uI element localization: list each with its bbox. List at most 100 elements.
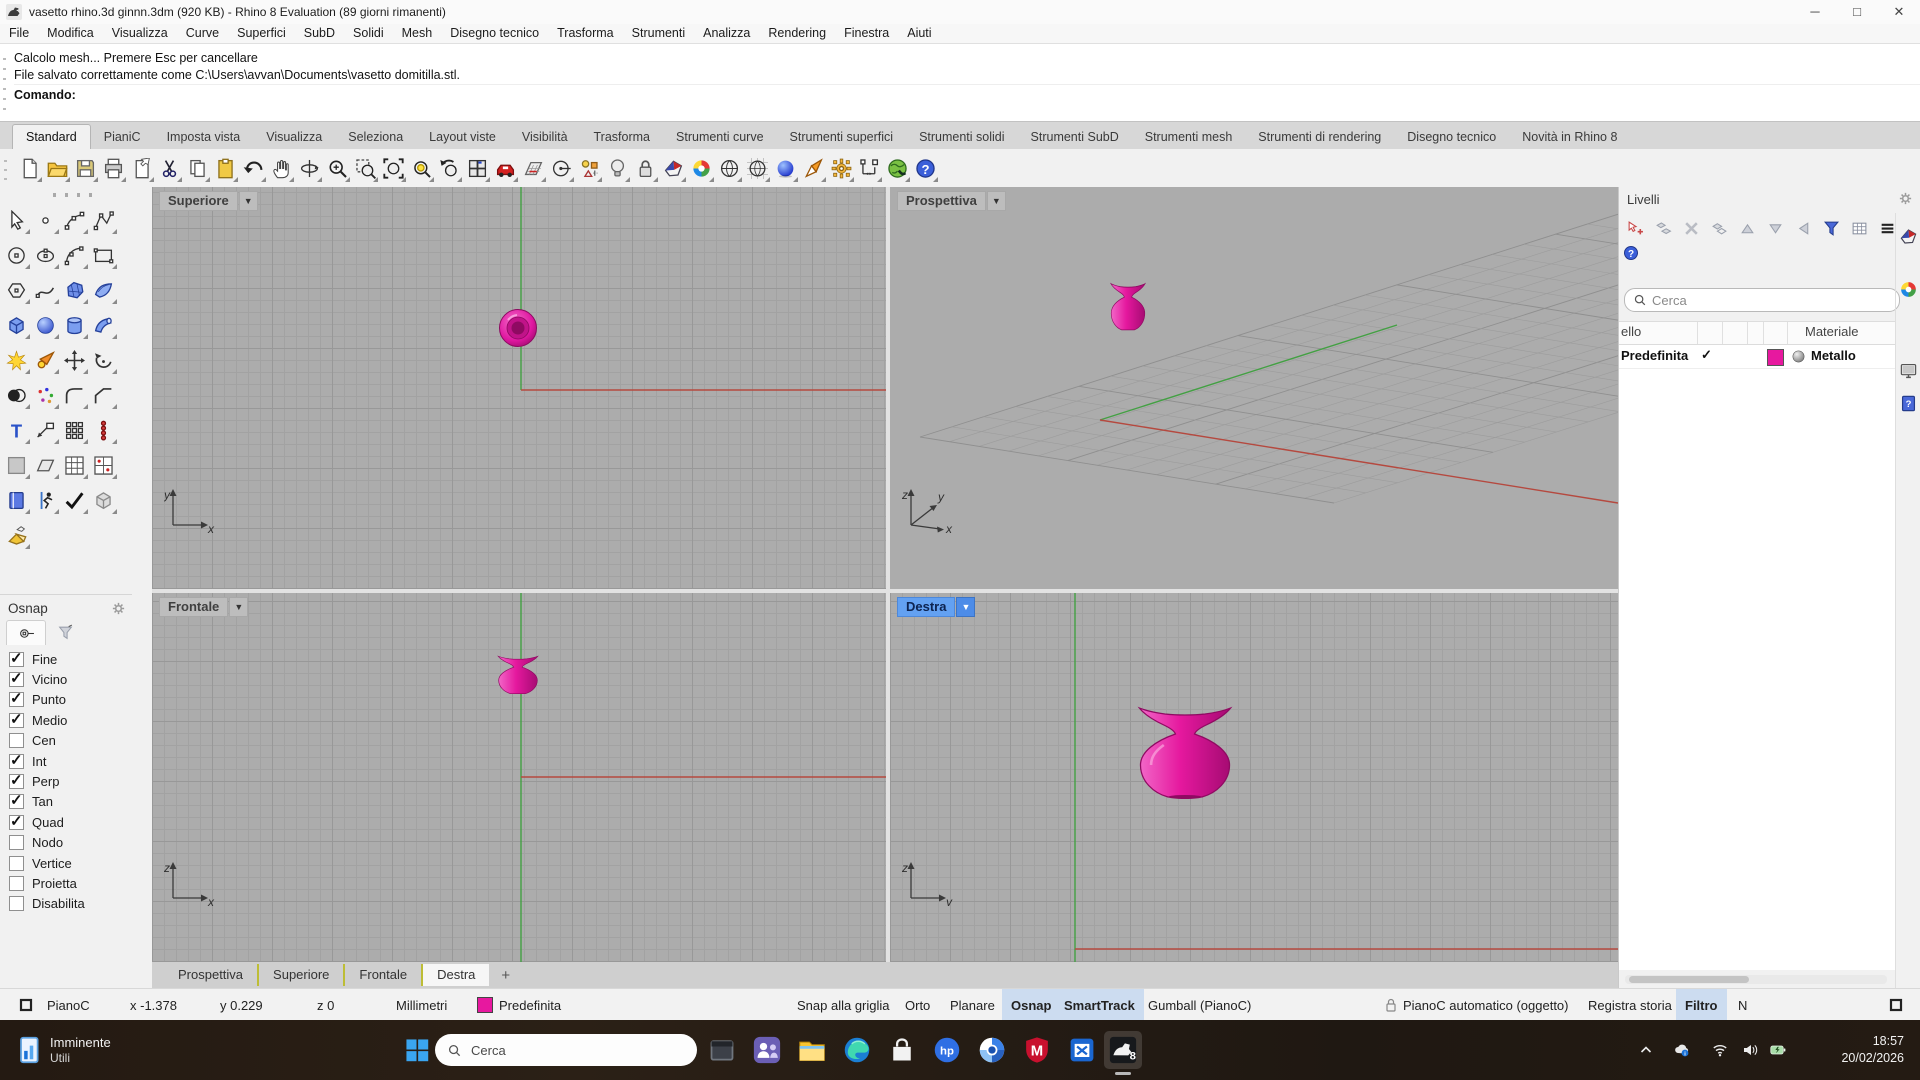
gear-icon[interactable] xyxy=(111,601,126,616)
toolbar-tab-seleziona[interactable]: Seleziona xyxy=(335,125,416,150)
toolbar-button-print[interactable] xyxy=(99,153,127,183)
tool-text[interactable]: T xyxy=(3,417,30,444)
layers-tool-filter-funnel[interactable] xyxy=(1819,216,1844,240)
menu-disegno-tecnico[interactable]: Disegno tecnico xyxy=(441,24,548,43)
statusbar-n[interactable]: N xyxy=(1738,989,1747,1021)
osnap-option-disabilita[interactable]: Disabilita xyxy=(0,894,132,914)
taskbar-app-file-explorer[interactable] xyxy=(793,1031,831,1069)
taskbar-search-input[interactable]: Cerca xyxy=(435,1034,697,1066)
viewport-frontale[interactable]: Frontale ▼ z x xyxy=(152,593,886,962)
toolbar-tab-disegno-tecnico[interactable]: Disegno tecnico xyxy=(1394,125,1509,150)
tool-check[interactable] xyxy=(61,487,88,514)
toolbar-button-color-wheel[interactable] xyxy=(687,153,715,183)
viewport-tab-prospettiva[interactable]: Prospettiva xyxy=(164,964,257,986)
toolbar-button-lock[interactable] xyxy=(631,153,659,183)
toolbar-tab-strumenti-mesh[interactable]: Strumenti mesh xyxy=(1132,125,1246,150)
viewport-superiore[interactable]: Superiore ▼ y x xyxy=(152,187,886,589)
osnap-tab-funnel-gray[interactable] xyxy=(46,620,84,644)
toolbar-button-paste[interactable] xyxy=(211,153,239,183)
menu-analizza[interactable]: Analizza xyxy=(694,24,759,43)
menu-mesh[interactable]: Mesh xyxy=(393,24,442,43)
toolbar-button-new-file[interactable] xyxy=(15,153,43,183)
statusbar-filtro[interactable]: Filtro xyxy=(1676,989,1727,1021)
tool-solid-box[interactable] xyxy=(3,452,30,479)
tray-wifi[interactable] xyxy=(1712,1042,1728,1058)
tool-control-point-curve[interactable] xyxy=(61,207,88,234)
toolbar-button-pointer-cone[interactable] xyxy=(799,153,827,183)
toolbar-button-pan[interactable] xyxy=(267,153,295,183)
statusbar-y-0-229[interactable]: y 0.229 xyxy=(220,989,263,1021)
tool-hand-pyramid[interactable] xyxy=(3,522,30,549)
viewport-tab-superiore[interactable]: Superiore xyxy=(257,964,343,986)
viewport-label-destra[interactable]: Destra xyxy=(897,597,955,617)
tool-rectangle[interactable] xyxy=(90,242,117,269)
menu-solidi[interactable]: Solidi xyxy=(344,24,393,43)
taskbar-widgets[interactable]: ImminenteUtili xyxy=(14,1020,111,1080)
tool-freeform-curve[interactable] xyxy=(32,277,59,304)
tray-volume[interactable] xyxy=(1742,1042,1758,1058)
command-area[interactable]: Calcolo mesh... Premere Esc per cancella… xyxy=(0,43,1920,123)
checkbox-vertice[interactable] xyxy=(9,856,24,871)
layer-row-predefinita[interactable]: Predefinita ✓ Metallo xyxy=(1619,345,1896,369)
toolbar-button-copy[interactable] xyxy=(183,153,211,183)
menu-finestra[interactable]: Finestra xyxy=(835,24,898,43)
menu-aiuti[interactable]: Aiuti xyxy=(898,24,940,43)
statusbar-panel-square[interactable] xyxy=(18,989,34,1021)
viewport-tab-destra[interactable]: Destra xyxy=(421,964,489,986)
taskbar-app-store[interactable] xyxy=(883,1031,921,1069)
tool-boolean[interactable] xyxy=(3,382,30,409)
taskbar-app-browser-orb[interactable] xyxy=(973,1031,1011,1069)
maximize-button[interactable]: □ xyxy=(1836,0,1878,24)
checkbox-proietta[interactable] xyxy=(9,876,24,891)
menu-modifica[interactable]: Modifica xyxy=(38,24,103,43)
tool-arc[interactable] xyxy=(61,242,88,269)
toolbar-button-rotate-view[interactable] xyxy=(295,153,323,183)
toolbar-tab-visualizza[interactable]: Visualizza xyxy=(253,125,335,150)
tool-polyline[interactable] xyxy=(90,207,117,234)
tool-ghost-box[interactable] xyxy=(90,487,117,514)
viewport-label-superiore[interactable]: Superiore xyxy=(159,191,238,211)
tool-plane[interactable] xyxy=(32,452,59,479)
toolbar-button-circle-center[interactable] xyxy=(547,153,575,183)
osnap-option-int[interactable]: Int xyxy=(0,751,132,771)
toolbar-button-object-shapes[interactable] xyxy=(575,153,603,183)
taskbar-app-calendar-app[interactable] xyxy=(1063,1031,1101,1069)
osnap-option-vicino[interactable]: Vicino xyxy=(0,669,132,689)
tool-person[interactable] xyxy=(32,487,59,514)
toolbar-button-lightbulb[interactable] xyxy=(603,153,631,183)
checkbox-punto[interactable] xyxy=(9,692,24,707)
menu-superfici[interactable]: Superfici xyxy=(228,24,295,43)
statusbar-x-1-378[interactable]: x -1.378 xyxy=(130,989,177,1021)
panel-tab-monitor[interactable] xyxy=(1899,361,1918,380)
checkbox-quad[interactable] xyxy=(9,815,24,830)
menu-trasforma[interactable]: Trasforma xyxy=(548,24,623,43)
taskbar-app-dark-window-app[interactable] xyxy=(703,1031,741,1069)
toolbar-button-options-gears[interactable] xyxy=(827,153,855,183)
toolbar-button-cplane-grid[interactable] xyxy=(519,153,547,183)
toolbar-button-shaded-display[interactable] xyxy=(659,153,687,183)
toolbar-tab-standard[interactable]: Standard xyxy=(12,124,91,150)
tool-leader[interactable] xyxy=(32,417,59,444)
layers-tool-triangle-left[interactable] xyxy=(1791,216,1816,240)
statusbar-pianoc-automatico-oggetto-[interactable]: PianoC automatico (oggetto) xyxy=(1383,989,1568,1021)
osnap-option-cen[interactable]: Cen xyxy=(0,731,132,751)
viewport-menu-arrow[interactable]: ▼ xyxy=(987,191,1006,211)
viewport-tab-frontale[interactable]: Frontale xyxy=(343,964,421,986)
osnap-option-medio[interactable]: Medio xyxy=(0,710,132,730)
toolbar-tab-layout-viste[interactable]: Layout viste xyxy=(416,125,509,150)
layers-tool-layer-copy[interactable] xyxy=(1707,216,1732,240)
menu-visualizza[interactable]: Visualizza xyxy=(103,24,177,43)
tool-comet[interactable] xyxy=(32,347,59,374)
tool-circle[interactable] xyxy=(3,242,30,269)
toolbar-tab-trasforma[interactable]: Trasforma xyxy=(581,125,664,150)
toolbar-button-help[interactable]: ? xyxy=(911,153,939,183)
tool-select[interactable] xyxy=(3,207,30,234)
toolbar-button-undo-view[interactable] xyxy=(435,153,463,183)
viewport-label-prospettiva[interactable]: Prospettiva xyxy=(897,191,986,211)
layer-material[interactable]: Metallo xyxy=(1811,348,1856,363)
viewport-label-frontale[interactable]: Frontale xyxy=(159,597,228,617)
toolbar-button-zoom-selected[interactable] xyxy=(407,153,435,183)
taskbar-app-hp[interactable]: hp xyxy=(928,1031,966,1069)
statusbar-osnap[interactable]: Osnap xyxy=(1002,989,1060,1021)
layers-tool-triangle-up[interactable] xyxy=(1735,216,1760,240)
